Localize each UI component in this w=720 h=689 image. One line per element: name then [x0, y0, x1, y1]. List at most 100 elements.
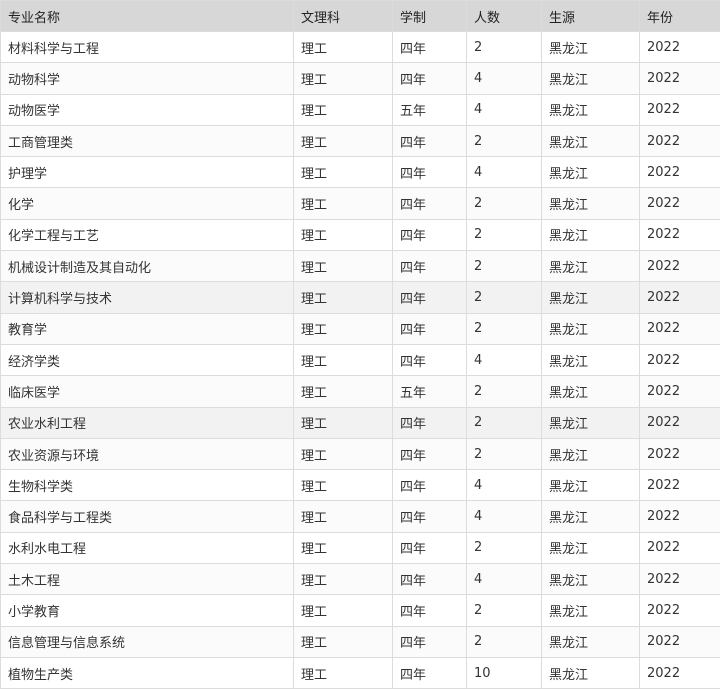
- duration-cell: 四年: [392, 625, 467, 658]
- subject-type-cell: 理工: [293, 250, 393, 283]
- count-cell: 2: [466, 406, 542, 439]
- origin-cell: 黑龙江: [541, 625, 640, 658]
- origin-cell: 黑龙江: [541, 563, 640, 596]
- duration-cell: 四年: [392, 469, 467, 502]
- year-cell: 2022: [639, 406, 720, 439]
- duration-cell: 四年: [392, 563, 467, 596]
- count-cell: 4: [466, 343, 542, 377]
- table-row: 农业水利工程 理工 四年 2 黑龙江 2022: [0, 406, 720, 439]
- origin-cell: 黑龙江: [541, 218, 640, 252]
- count-cell: 2: [466, 625, 542, 658]
- major-cell: 经济学类: [0, 343, 294, 377]
- major-cell: 动物科学: [0, 62, 294, 95]
- origin-cell: 黑龙江: [541, 62, 640, 95]
- table-row: 信息管理与信息系统 理工 四年 2 黑龙江 2022: [0, 625, 720, 658]
- origin-cell: 黑龙江: [541, 594, 640, 627]
- count-cell: 2: [466, 281, 542, 314]
- origin-cell: 黑龙江: [541, 93, 640, 126]
- count-cell: 10: [466, 656, 542, 689]
- table-row: 动物科学 理工 四年 4 黑龙江 2022: [0, 62, 720, 95]
- table-row: 水利水电工程 理工 四年 2 黑龙江 2022: [0, 531, 720, 565]
- duration-cell: 五年: [392, 93, 467, 126]
- origin-cell: 黑龙江: [541, 656, 640, 689]
- origin-cell: 黑龙江: [541, 343, 640, 377]
- duration-cell: 四年: [392, 531, 467, 565]
- origin-cell: 黑龙江: [541, 281, 640, 314]
- count-cell: 2: [466, 312, 542, 345]
- table-row: 材料科学与工程 理工 四年 2 黑龙江 2022: [0, 30, 720, 64]
- origin-cell: 黑龙江: [541, 406, 640, 439]
- subject-type-cell: 理工: [293, 187, 393, 220]
- year-cell: 2022: [639, 218, 720, 252]
- table-row: 经济学类 理工 四年 4 黑龙江 2022: [0, 343, 720, 377]
- year-cell: 2022: [639, 62, 720, 95]
- table-row: 土木工程 理工 四年 4 黑龙江 2022: [0, 563, 720, 596]
- header-major: 专业名称: [0, 0, 294, 32]
- table-row: 计算机科学与技术 理工 四年 2 黑龙江 2022: [0, 281, 720, 314]
- origin-cell: 黑龙江: [541, 375, 640, 408]
- count-cell: 2: [466, 30, 542, 64]
- subject-type-cell: 理工: [293, 500, 393, 533]
- origin-cell: 黑龙江: [541, 500, 640, 533]
- year-cell: 2022: [639, 437, 720, 471]
- table-row: 小学教育 理工 四年 2 黑龙江 2022: [0, 594, 720, 627]
- year-cell: 2022: [639, 312, 720, 345]
- major-cell: 临床医学: [0, 375, 294, 408]
- count-cell: 4: [466, 500, 542, 533]
- major-cell: 农业水利工程: [0, 406, 294, 439]
- major-cell: 机械设计制造及其自动化: [0, 250, 294, 283]
- count-cell: 4: [466, 563, 542, 596]
- duration-cell: 四年: [392, 312, 467, 345]
- origin-cell: 黑龙江: [541, 250, 640, 283]
- year-cell: 2022: [639, 250, 720, 283]
- table-row: 工商管理类 理工 四年 2 黑龙江 2022: [0, 124, 720, 158]
- year-cell: 2022: [639, 469, 720, 502]
- table-row: 食品科学与工程类 理工 四年 4 黑龙江 2022: [0, 500, 720, 533]
- year-cell: 2022: [639, 30, 720, 64]
- duration-cell: 四年: [392, 281, 467, 314]
- header-subject-type: 文理科: [293, 0, 393, 32]
- subject-type-cell: 理工: [293, 343, 393, 377]
- year-cell: 2022: [639, 93, 720, 126]
- origin-cell: 黑龙江: [541, 312, 640, 345]
- duration-cell: 四年: [392, 62, 467, 95]
- major-cell: 植物生产类: [0, 656, 294, 689]
- major-cell: 教育学: [0, 312, 294, 345]
- subject-type-cell: 理工: [293, 156, 393, 189]
- count-cell: 2: [466, 124, 542, 158]
- major-cell: 工商管理类: [0, 124, 294, 158]
- origin-cell: 黑龙江: [541, 531, 640, 565]
- year-cell: 2022: [639, 563, 720, 596]
- table-row: 生物科学类 理工 四年 4 黑龙江 2022: [0, 469, 720, 502]
- count-cell: 4: [466, 156, 542, 189]
- duration-cell: 四年: [392, 218, 467, 252]
- subject-type-cell: 理工: [293, 594, 393, 627]
- subject-type-cell: 理工: [293, 93, 393, 126]
- table-body: 材料科学与工程 理工 四年 2 黑龙江 2022 动物科学 理工 四年 4 黑龙江 2022 动物医学理…: [0, 30, 720, 689]
- origin-cell: 黑龙江: [541, 124, 640, 158]
- admission-table: 专业名称 文理科 学制 人数 生源 年份 材料科学与工程 理工 四年 2 黑龙江 2022…: [0, 0, 720, 689]
- duration-cell: 五年: [392, 375, 467, 408]
- count-cell: 2: [466, 594, 542, 627]
- table-row: 临床医学 理工 五年 2 黑龙江 2022: [0, 375, 720, 408]
- major-cell: 护理学: [0, 156, 294, 189]
- major-cell: 食品科学与工程类: [0, 500, 294, 533]
- subject-type-cell: 理工: [293, 281, 393, 314]
- count-cell: 4: [466, 62, 542, 95]
- subject-type-cell: 理工: [293, 437, 393, 471]
- year-cell: 2022: [639, 531, 720, 565]
- duration-cell: 四年: [392, 406, 467, 439]
- year-cell: 2022: [639, 375, 720, 408]
- header-year: 年份: [639, 0, 720, 32]
- duration-cell: 四年: [392, 124, 467, 158]
- table-row: 化学工程与工艺 理工 四年 2 黑龙江 2022: [0, 218, 720, 252]
- header-row: 专业名称 文理科 学制 人数 生源 年份: [0, 0, 720, 32]
- count-cell: 4: [466, 469, 542, 502]
- year-cell: 2022: [639, 343, 720, 377]
- table-row: 机械设计制造及其自动化 理工 四年 2 黑龙江 2022: [0, 250, 720, 283]
- subject-type-cell: 理工: [293, 124, 393, 158]
- duration-cell: 四年: [392, 343, 467, 377]
- header-origin: 生源: [541, 0, 640, 32]
- subject-type-cell: 理工: [293, 406, 393, 439]
- count-cell: 4: [466, 93, 542, 126]
